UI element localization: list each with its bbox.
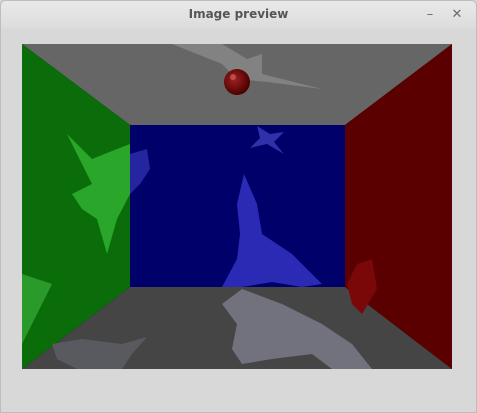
- window-title: Image preview: [188, 7, 289, 21]
- rendered-scene-image: [22, 44, 452, 369]
- minimize-button[interactable]: –: [420, 5, 440, 23]
- image-preview-canvas: [22, 44, 452, 369]
- reflective-sphere: [224, 69, 250, 95]
- minimize-icon: –: [426, 6, 434, 22]
- close-icon: ✕: [451, 6, 463, 22]
- title-bar[interactable]: Image preview – ✕: [1, 1, 476, 29]
- image-preview-window: Image preview – ✕: [0, 0, 477, 413]
- sphere-highlight: [230, 74, 236, 80]
- close-button[interactable]: ✕: [447, 5, 467, 23]
